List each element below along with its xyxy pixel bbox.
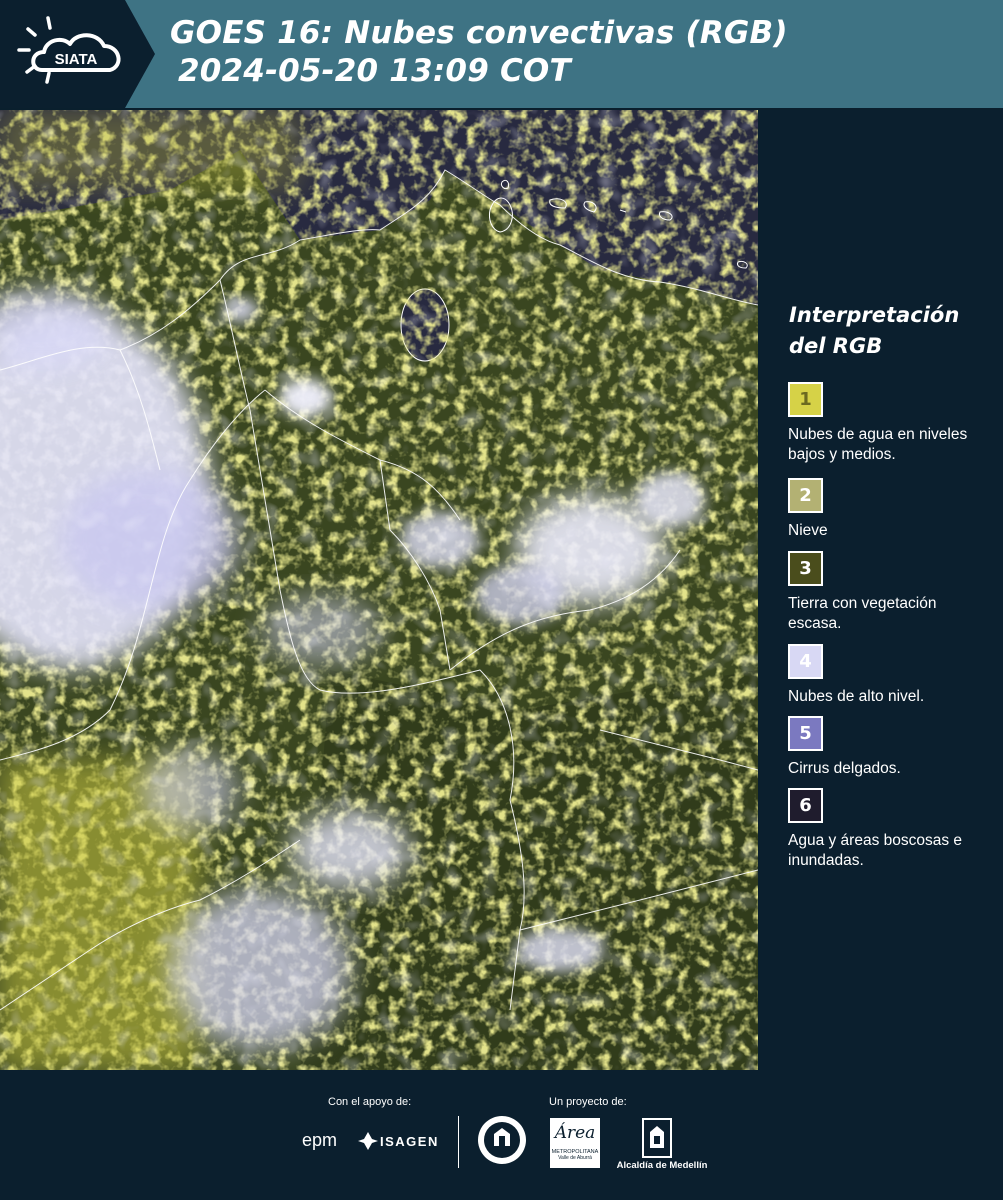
- legend-item: 5 Cirrus delgados.: [788, 716, 993, 779]
- alcaldia-shield-icon: [642, 1118, 672, 1158]
- legend-swatch: 1: [788, 382, 823, 417]
- area-logo-sub2: Valle de Aburrá: [558, 1155, 592, 1161]
- page-title: GOES 16: Nubes convectivas (RGB) 2024-05…: [170, 14, 788, 90]
- legend-label: Agua y áreas boscosas e inundadas.: [788, 832, 963, 869]
- high-cloud-layer: [0, 110, 758, 1070]
- legend-swatch: 5: [788, 716, 823, 751]
- isagen-logo: ISAGEN: [380, 1134, 439, 1149]
- area-logo-text: Área: [554, 1123, 596, 1143]
- project-label: Un proyecto de:: [549, 1096, 627, 1108]
- header-bar: SIATA GOES 16: Nubes convectivas (RGB) 2…: [0, 0, 1003, 108]
- siata-logo: SIATA: [0, 0, 158, 108]
- legend-item: 4 Nubes de alto nivel.: [788, 644, 993, 707]
- area-metropolitana-logo: Área METROPOLITANA Valle de Aburrá: [550, 1118, 600, 1168]
- legend-item: 1 Nubes de agua en niveles bajos y medio…: [788, 382, 993, 465]
- footer-divider: [458, 1116, 459, 1168]
- footer: Con el apoyo de: Un proyecto de: epm ISA…: [0, 1070, 1003, 1200]
- legend-label: Nubes de alto nivel.: [788, 688, 925, 705]
- isagen-icon: [358, 1132, 378, 1150]
- legend-panel: Interpretación del RGB 1 Nubes de agua e…: [760, 110, 1003, 1070]
- legend-label: Cirrus delgados.: [788, 760, 901, 777]
- legend-item: 3 Tierra con vegetación escasa.: [788, 551, 993, 634]
- support-label: Con el apoyo de:: [328, 1096, 412, 1108]
- medellin-seal-icon: [478, 1116, 526, 1164]
- legend-swatch: 2: [788, 478, 823, 513]
- legend-title: Interpretación del RGB: [789, 303, 960, 358]
- satellite-image: [0, 110, 758, 1070]
- alcaldia-label: Alcaldía de Medellín: [616, 1160, 708, 1171]
- legend-label: Tierra con vegetación escasa.: [788, 595, 937, 632]
- epm-logo: epm: [302, 1130, 338, 1150]
- siata-logo-text: SIATA: [55, 51, 98, 68]
- legend-item: 2 Nieve: [788, 478, 993, 541]
- legend-label: Nubes de agua en niveles bajos y medios.: [788, 426, 968, 463]
- title-line-1: GOES 16: Nubes convectivas (RGB): [170, 15, 788, 51]
- legend-swatch: 4: [788, 644, 823, 679]
- legend-label: Nieve: [788, 522, 828, 539]
- legend-item: 6 Agua y áreas boscosas e inundadas.: [788, 788, 993, 871]
- legend-swatch: 3: [788, 551, 823, 586]
- satellite-map: [0, 110, 758, 1070]
- legend-swatch: 6: [788, 788, 823, 823]
- title-line-2: 2024-05-20 13:09 COT: [178, 53, 571, 89]
